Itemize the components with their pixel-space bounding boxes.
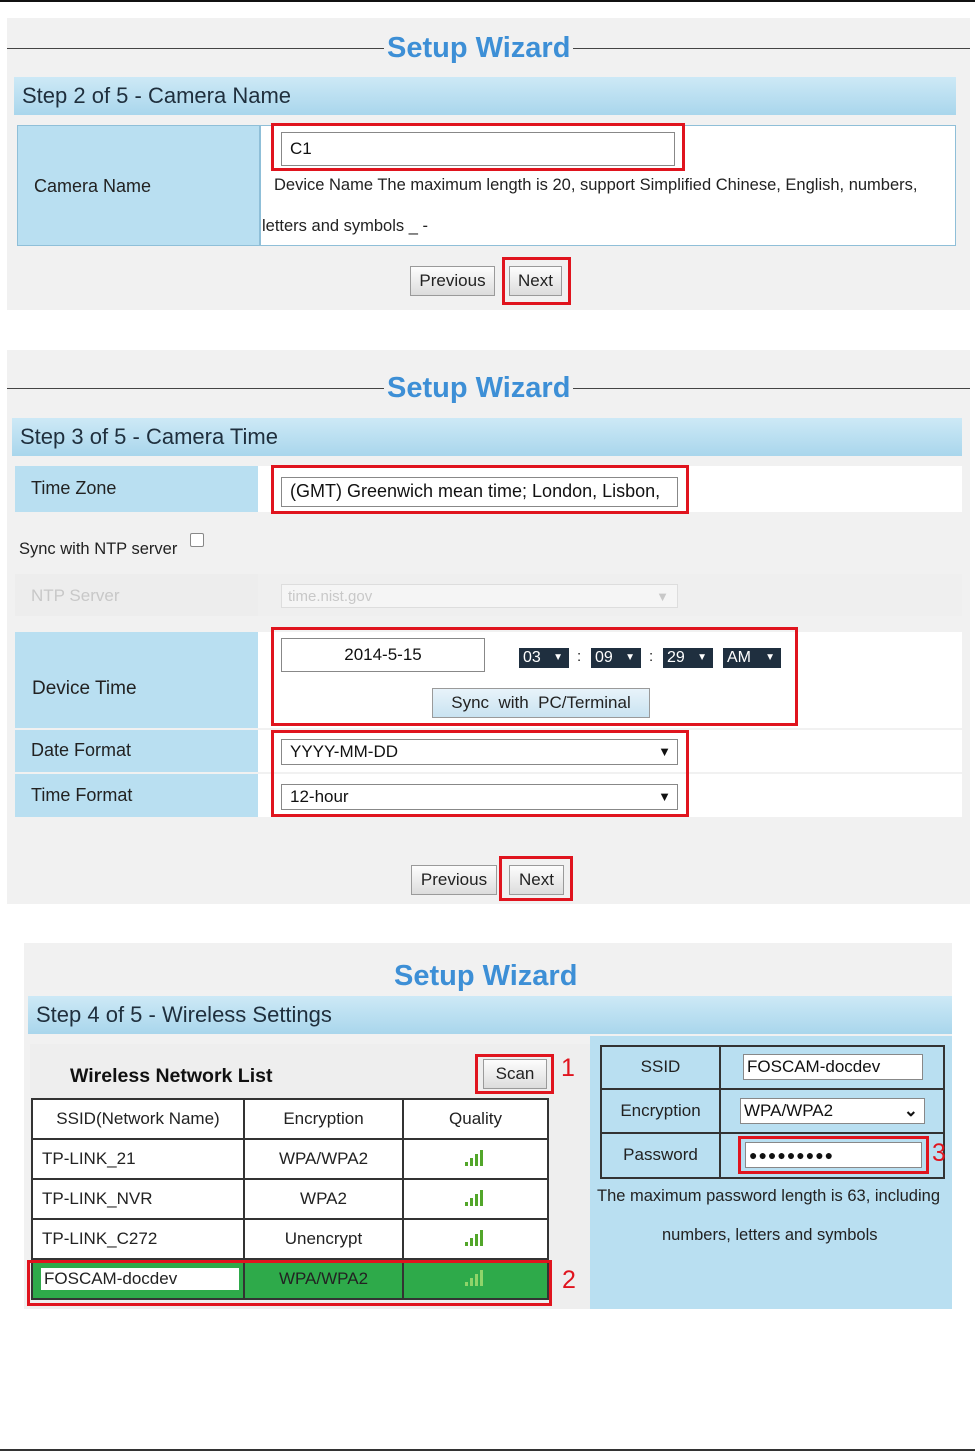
date-format-label-cell: Date Format bbox=[15, 730, 258, 772]
step2-next-button[interactable]: Next bbox=[509, 266, 562, 296]
column-header-quality: Quality bbox=[402, 1098, 549, 1140]
chevron-down-icon: ▼ bbox=[658, 789, 671, 804]
password-label: Password bbox=[623, 1145, 698, 1164]
form-divider-v bbox=[719, 1045, 721, 1179]
hour-select[interactable]: 03 ▼ bbox=[519, 648, 569, 668]
sync-ntp-checkbox[interactable] bbox=[190, 533, 204, 547]
form-divider-h2 bbox=[600, 1132, 945, 1134]
second-select[interactable]: 29 ▼ bbox=[663, 648, 713, 668]
ampm-value: AM bbox=[727, 649, 751, 666]
wireless-list-title: Wireless Network List bbox=[70, 1065, 273, 1087]
form-divider-h1 bbox=[600, 1088, 945, 1090]
date-format-label: Date Format bbox=[31, 740, 132, 760]
second-value: 29 bbox=[667, 649, 685, 666]
step2-header: Step 2 of 5 - Camera Name bbox=[14, 77, 956, 115]
column-header-ssid: SSID(Network Name) bbox=[31, 1098, 245, 1140]
table-row[interactable]: TP-LINK_C272 Unencrypt bbox=[31, 1218, 549, 1260]
time-format-value: 12-hour bbox=[290, 787, 349, 806]
signal-quality-icon bbox=[402, 1138, 549, 1180]
date-format-value: YYYY-MM-DD bbox=[290, 742, 398, 761]
ntp-server-select: time.nist.gov ▼ bbox=[281, 584, 678, 608]
time-zone-select[interactable]: (GMT) Greenwich mean time; London, Lisbo… bbox=[281, 477, 678, 507]
time-separator: : bbox=[649, 648, 654, 665]
ntp-server-value: time.nist.gov bbox=[288, 588, 373, 605]
ssid-input[interactable]: FOSCAM-docdev bbox=[743, 1054, 923, 1080]
step4-header: Step 4 of 5 - Wireless Settings bbox=[28, 996, 952, 1034]
encryption-label: Encryption bbox=[620, 1101, 701, 1120]
network-ssid: TP-LINK_21 bbox=[31, 1138, 245, 1180]
camera-name-note-line2: letters and symbols _ - bbox=[262, 217, 428, 235]
scan-button[interactable]: Scan bbox=[483, 1059, 547, 1089]
encryption-value: WPA/WPA2 bbox=[744, 1101, 834, 1120]
ntp-server-label: NTP Server bbox=[31, 586, 120, 605]
step2-previous-button[interactable]: Previous bbox=[410, 266, 495, 296]
step3-next-button[interactable]: Next bbox=[509, 865, 564, 895]
ssid-label: SSID bbox=[640, 1057, 681, 1076]
signal-quality-icon bbox=[402, 1218, 549, 1260]
chevron-down-icon: ▼ bbox=[697, 652, 707, 663]
minute-value: 09 bbox=[595, 649, 613, 666]
password-note-line1: The maximum password length is 63, inclu… bbox=[597, 1187, 940, 1205]
table-row[interactable]: TP-LINK_NVR WPA2 bbox=[31, 1178, 549, 1220]
step2-wizard-title: Setup Wizard bbox=[384, 30, 574, 66]
device-date-input[interactable]: 2014-5-15 bbox=[281, 638, 485, 672]
step3-header: Step 3 of 5 - Camera Time bbox=[12, 418, 962, 456]
table-row[interactable]: TP-LINK_21 WPA/WPA2 bbox=[31, 1138, 549, 1180]
chevron-down-icon: ▼ bbox=[765, 652, 775, 663]
time-zone-label: Time Zone bbox=[31, 478, 117, 498]
minute-select[interactable]: 09 ▼ bbox=[591, 648, 641, 668]
chevron-down-icon: ⌄ bbox=[903, 1101, 918, 1120]
network-encryption: WPA2 bbox=[243, 1178, 404, 1220]
step3-previous-button[interactable]: Previous bbox=[411, 865, 497, 895]
sync-pc-button[interactable]: Sync with PC/Terminal bbox=[432, 688, 650, 718]
sync-ntp-label: Sync with NTP server bbox=[19, 540, 178, 558]
step4-wizard-title: Setup Wizard bbox=[391, 958, 581, 994]
selected-network-highlight bbox=[27, 1260, 552, 1306]
encryption-select[interactable]: WPA/WPA2 ⌄ bbox=[740, 1098, 925, 1124]
ampm-select[interactable]: AM ▼ bbox=[723, 648, 781, 668]
password-input[interactable]: ●●●●●●●●● bbox=[745, 1142, 922, 1168]
table-header-row: SSID(Network Name) Encryption Quality bbox=[31, 1098, 549, 1140]
network-ssid: TP-LINK_NVR bbox=[31, 1178, 245, 1220]
ntp-server-label-cell: NTP Server bbox=[15, 574, 258, 616]
hour-value: 03 bbox=[523, 649, 541, 666]
password-note-line2: numbers, letters and symbols bbox=[662, 1226, 878, 1244]
network-encryption: WPA/WPA2 bbox=[243, 1138, 404, 1180]
time-format-label-cell: Time Format bbox=[15, 774, 258, 817]
time-zone-label-cell: Time Zone bbox=[15, 466, 258, 512]
callout-1: 1 bbox=[561, 1054, 575, 1082]
callout-2: 2 bbox=[562, 1266, 576, 1294]
camera-name-input[interactable]: C1 bbox=[281, 132, 675, 166]
chevron-down-icon: ▼ bbox=[625, 652, 635, 663]
time-separator: : bbox=[577, 648, 582, 665]
step3-wizard-title: Setup Wizard bbox=[384, 370, 574, 406]
chevron-down-icon: ▼ bbox=[658, 744, 671, 759]
top-rule bbox=[0, 0, 975, 2]
camera-name-label: Camera Name bbox=[34, 176, 152, 196]
network-ssid: TP-LINK_C272 bbox=[31, 1218, 245, 1260]
time-format-select[interactable]: 12-hour ▼ bbox=[281, 784, 678, 810]
chevron-down-icon: ▼ bbox=[656, 589, 669, 604]
signal-quality-icon bbox=[402, 1178, 549, 1220]
camera-name-note-line1: Device Name The maximum length is 20, su… bbox=[274, 176, 918, 194]
bottom-rule bbox=[0, 1449, 975, 1451]
network-encryption: Unencrypt bbox=[243, 1218, 404, 1260]
chevron-down-icon: ▼ bbox=[553, 652, 563, 663]
callout-3: 3 bbox=[932, 1139, 946, 1167]
time-format-label: Time Format bbox=[31, 785, 133, 805]
camera-name-label-cell: Camera Name bbox=[17, 125, 260, 246]
column-header-encryption: Encryption bbox=[243, 1098, 404, 1140]
device-time-label: Device Time bbox=[32, 678, 137, 699]
device-time-label-cell: Device Time bbox=[15, 632, 258, 728]
date-format-select[interactable]: YYYY-MM-DD ▼ bbox=[281, 739, 678, 765]
